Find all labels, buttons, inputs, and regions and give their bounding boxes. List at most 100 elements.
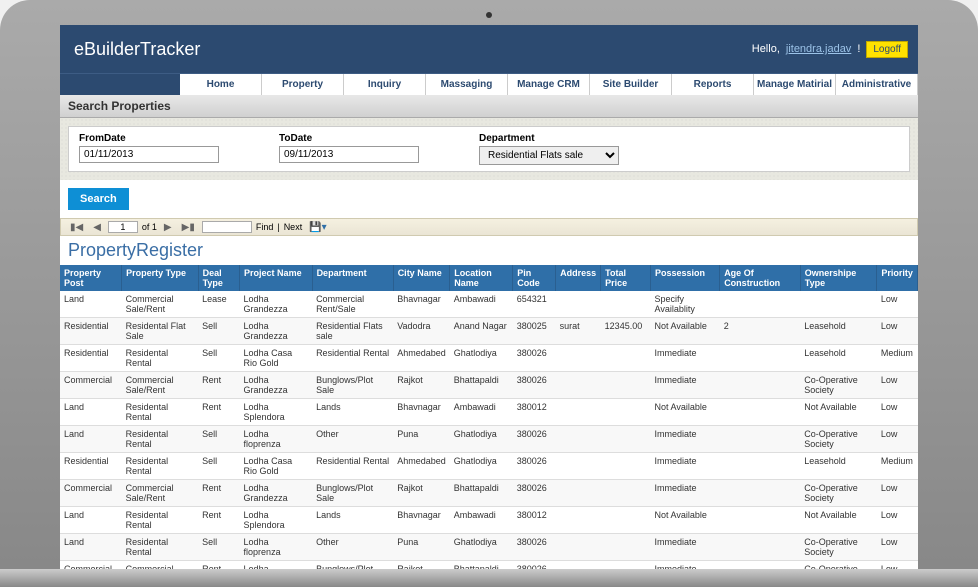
nav-item-inquiry[interactable]: Inquiry [344,74,426,95]
export-icon[interactable]: 💾▾ [306,222,329,233]
column-header: Property Type [122,265,198,291]
table-cell: Bhattapaldi [450,372,513,399]
table-cell: Land [60,291,122,318]
table-cell: Commercial Sale/Rent [122,480,198,507]
exclaim: ! [857,43,860,55]
table-cell: surat [556,318,601,345]
table-row[interactable]: CommercialCommercial Sale/RentRentLodha … [60,480,918,507]
table-cell: Rajkot [393,372,450,399]
table-cell: Ghatlodiya [450,453,513,480]
table-cell: Low [877,426,918,453]
nav-item-manage-crm[interactable]: Manage CRM [508,74,590,95]
find-input[interactable] [202,221,252,233]
table-row[interactable]: LandCommercial Sale/RentLeaseLodha Grand… [60,291,918,318]
nav-item-site-builder[interactable]: Site Builder [590,74,672,95]
table-row[interactable]: ResidentialResidental Flat SaleSellLodha… [60,318,918,345]
table-cell: Residental Rental [122,453,198,480]
table-cell: Lodha floprenza [240,426,313,453]
column-header: Priority [877,265,918,291]
column-header: Deal Type [198,265,239,291]
nav-item-home[interactable]: Home [180,74,262,95]
table-cell [556,507,601,534]
main-nav: HomePropertyInquiryMassagingManage CRMSi… [60,73,918,95]
table-cell: Bhavnagar [393,291,450,318]
column-header: Age Of Construction [720,265,801,291]
table-cell [720,453,801,480]
table-cell: Vadodra [393,318,450,345]
nav-item-administrative[interactable]: Administrative [836,74,918,95]
table-cell: Low [877,291,918,318]
table-cell: Specify Availablity [651,291,720,318]
search-button[interactable]: Search [68,188,129,210]
nav-item-massaging[interactable]: Massaging [426,74,508,95]
table-cell: Residential [60,318,122,345]
table-cell: Bunglows/Plot Sale [312,480,393,507]
greeting-text: Hello, [752,43,780,55]
table-cell [720,345,801,372]
table-cell: Ambawadi [450,291,513,318]
to-date-label: ToDate [279,133,419,144]
table-cell: Residential [60,453,122,480]
table-cell: Residental Rental [122,426,198,453]
table-cell: Immediate [651,426,720,453]
table-row[interactable]: CommercialCommercial Sale/RentRentLodha … [60,561,918,570]
table-cell: Other [312,426,393,453]
table-cell [601,426,651,453]
table-cell: Lodha Splendora [240,507,313,534]
username-link[interactable]: jitendra.jadav [786,43,851,55]
table-cell [556,372,601,399]
table-row[interactable]: ResidentialResidental RentalSellLodha Ca… [60,345,918,372]
first-page-icon[interactable]: ▮◀ [67,222,86,233]
department-select[interactable]: Residential Flats sale [479,146,619,165]
column-header: Property Post [60,265,122,291]
table-cell: Bunglows/Plot Sale [312,561,393,570]
prev-page-icon[interactable]: ◀ [90,222,104,233]
table-cell [720,426,801,453]
table-cell: Rent [198,480,239,507]
table-cell: 380026 [513,372,556,399]
table-cell [601,507,651,534]
table-cell: Commercial Sale/Rent [122,372,198,399]
table-cell: Medium [877,345,918,372]
last-page-icon[interactable]: ▶▮ [179,222,198,233]
section-title: Search Properties [60,95,918,118]
table-cell: 380012 [513,507,556,534]
table-cell: Sell [198,534,239,561]
table-row[interactable]: LandResidental RentalRentLodha Splendora… [60,399,918,426]
table-cell: Ambawadi [450,399,513,426]
table-cell: Residental Rental [122,534,198,561]
to-date-input[interactable] [279,146,419,163]
table-row[interactable]: CommercialCommercial Sale/RentRentLodha … [60,372,918,399]
table-cell [601,480,651,507]
table-cell: Low [877,318,918,345]
table-cell: Co-Operative Society [800,372,877,399]
logoff-button[interactable]: Logoff [866,41,908,58]
nav-item-property[interactable]: Property [262,74,344,95]
table-cell: Ghatlodiya [450,345,513,372]
table-row[interactable]: LandResidental RentalSellLodha floprenza… [60,534,918,561]
table-cell: Immediate [651,453,720,480]
table-cell: 380026 [513,480,556,507]
table-cell: 380026 [513,345,556,372]
nav-item-manage-matirial[interactable]: Manage Matirial [754,74,836,95]
from-date-input[interactable] [79,146,219,163]
table-cell: Land [60,507,122,534]
table-cell: Lease [198,291,239,318]
table-cell [556,426,601,453]
table-cell: 380026 [513,534,556,561]
table-cell: Rent [198,372,239,399]
next-page-icon[interactable]: ▶ [161,222,175,233]
table-cell: Residential Rental [312,345,393,372]
table-cell: Leasehold [800,453,877,480]
page-input[interactable] [108,221,138,233]
table-cell: Residental Flat Sale [122,318,198,345]
table-row[interactable]: ResidentialResidental RentalSellLodha Ca… [60,453,918,480]
nav-item-reports[interactable]: Reports [672,74,754,95]
table-row[interactable]: LandResidental RentalRentLodha Splendora… [60,507,918,534]
table-cell: Low [877,534,918,561]
table-row[interactable]: LandResidental RentalSellLodha floprenza… [60,426,918,453]
report-toolbar: ▮◀ ◀ of 1 ▶ ▶▮ Find | Next 💾▾ [60,218,918,236]
table-cell: Lodha Casa Rio Gold [240,453,313,480]
column-header: Department [312,265,393,291]
table-cell: Commercial [60,561,122,570]
